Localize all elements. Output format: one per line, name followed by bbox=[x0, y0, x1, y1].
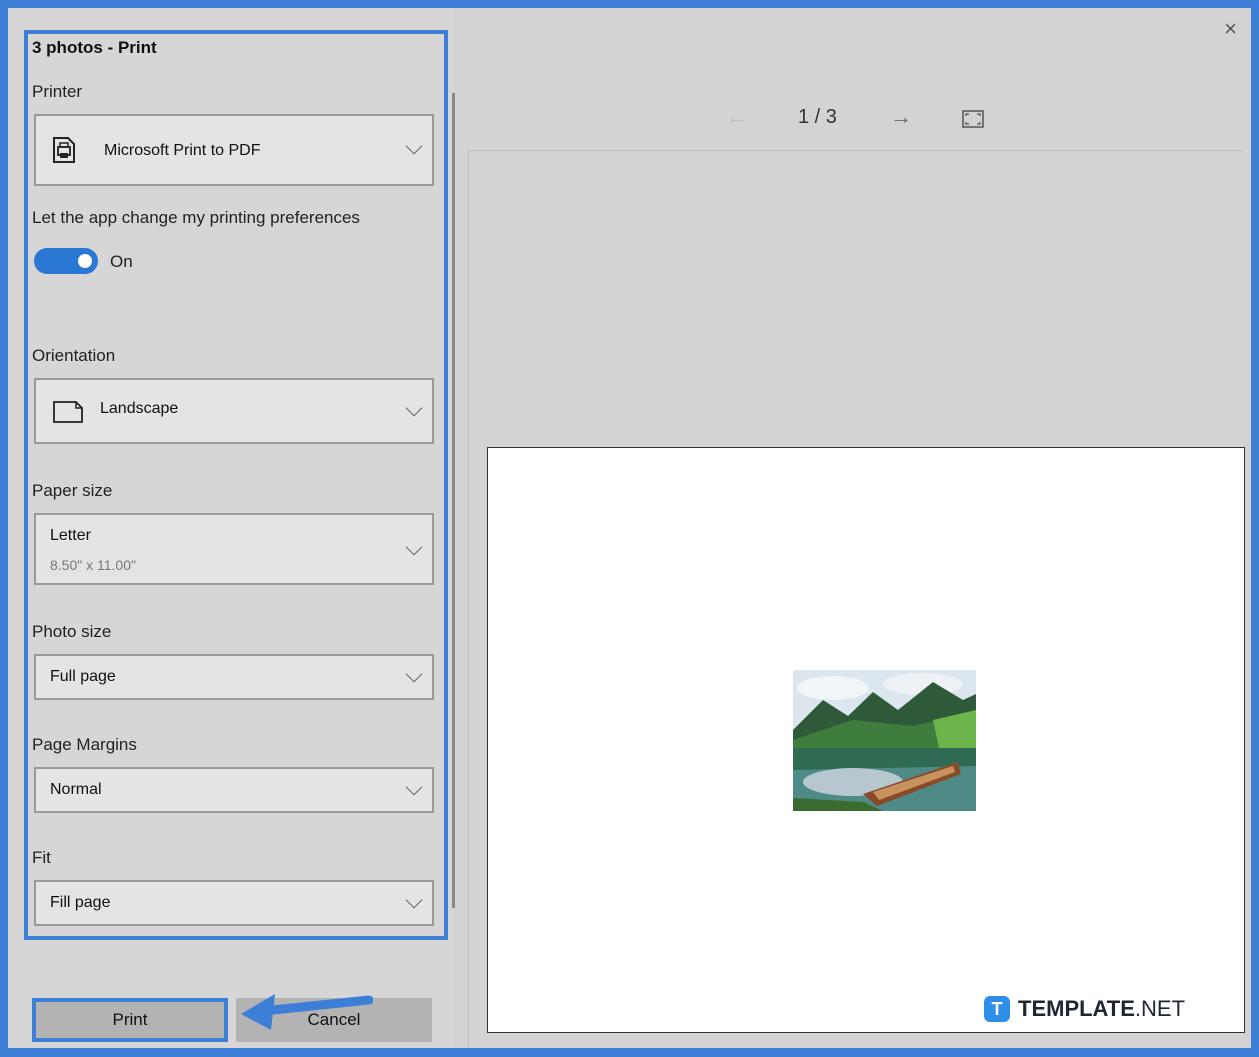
preferences-toggle[interactable] bbox=[34, 248, 98, 274]
orientation-dropdown[interactable]: Landscape bbox=[34, 378, 434, 444]
fit-value: Fill page bbox=[50, 894, 111, 911]
landscape-page-icon bbox=[53, 401, 83, 423]
page-indicator: 1 / 3 bbox=[798, 106, 837, 128]
preview-pane: × ← 1 / 3 → T TEMPLATE.NET bbox=[456, 8, 1251, 1048]
brand-name: TEMPLATE bbox=[1018, 996, 1135, 1021]
page-margins-label: Page Margins bbox=[32, 735, 137, 754]
paper-size-value: Letter bbox=[50, 527, 91, 544]
chevron-down-icon bbox=[405, 137, 423, 155]
template-logo-icon: T bbox=[984, 996, 1010, 1022]
chevron-down-icon bbox=[405, 891, 423, 909]
photo-size-value: Full page bbox=[50, 668, 116, 685]
orientation-value: Landscape bbox=[100, 400, 179, 417]
chevron-down-icon bbox=[405, 538, 423, 556]
photo-size-dropdown[interactable]: Full page bbox=[34, 654, 434, 700]
printer-value: Microsoft Print to PDF bbox=[104, 142, 261, 159]
photo-thumbnail bbox=[793, 670, 976, 811]
fit-to-window-icon[interactable] bbox=[962, 110, 984, 128]
printer-label: Printer bbox=[32, 82, 83, 101]
chevron-down-icon bbox=[405, 778, 423, 796]
fit-label: Fit bbox=[32, 848, 51, 867]
paper-size-label: Paper size bbox=[32, 481, 113, 500]
dialog-title: 3 photos - Print bbox=[32, 38, 157, 57]
preferences-label: Let the app change my printing preferenc… bbox=[32, 208, 360, 227]
settings-pane: 3 photos - Print Printer Microsoft Print… bbox=[8, 8, 455, 1048]
chevron-down-icon bbox=[405, 665, 423, 683]
print-dialog: 3 photos - Print Printer Microsoft Print… bbox=[8, 8, 1251, 1048]
close-icon[interactable]: × bbox=[1224, 16, 1237, 42]
paper-size-detail: 8.50" x 11.00" bbox=[50, 557, 136, 573]
page-margins-dropdown[interactable]: Normal bbox=[34, 767, 434, 813]
preview-area bbox=[468, 150, 1245, 1048]
print-preview-page bbox=[487, 447, 1245, 1033]
chevron-down-icon bbox=[405, 399, 423, 417]
pointer-arrow-icon bbox=[241, 994, 373, 1030]
page-margins-value: Normal bbox=[50, 781, 102, 798]
printer-icon bbox=[53, 137, 75, 163]
next-page-arrow-icon[interactable]: → bbox=[890, 104, 912, 130]
orientation-label: Orientation bbox=[32, 346, 116, 365]
fit-dropdown[interactable]: Fill page bbox=[34, 880, 434, 926]
brand-suffix: .NET bbox=[1134, 996, 1186, 1021]
paper-size-dropdown[interactable]: Letter 8.50" x 11.00" bbox=[34, 513, 434, 585]
photo-size-label: Photo size bbox=[32, 622, 112, 641]
settings-scrollbar[interactable] bbox=[452, 93, 455, 908]
template-net-watermark: T TEMPLATE.NET bbox=[984, 996, 1185, 1022]
toggle-knob bbox=[78, 254, 92, 268]
previous-page-arrow-icon[interactable]: ← bbox=[726, 104, 748, 130]
print-button[interactable]: Print bbox=[32, 998, 228, 1042]
printer-dropdown[interactable]: Microsoft Print to PDF bbox=[34, 114, 434, 186]
toggle-state-label: On bbox=[110, 252, 133, 271]
